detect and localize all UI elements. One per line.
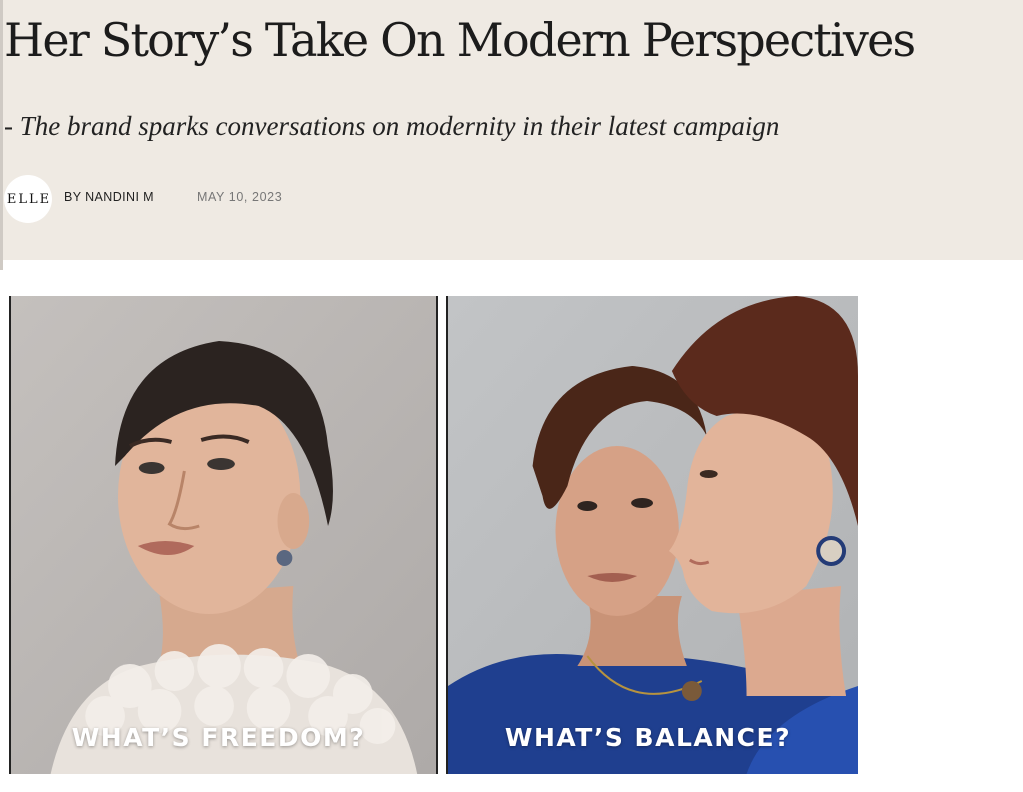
portrait-illustration — [11, 296, 436, 774]
image-caption: WHAT’S BALANCE? — [504, 723, 792, 752]
elle-logo[interactable]: ELLE — [4, 175, 52, 223]
portrait-illustration — [448, 296, 858, 774]
article-title: Her Story’s Take On Modern Perspectives — [4, 13, 916, 67]
publish-date: MAY 10, 2023 — [197, 190, 283, 204]
logo-text: ELLE — [6, 191, 52, 207]
image-caption: WHAT’S FREEDOM? — [71, 723, 366, 752]
author-byline[interactable]: BY NANDINI M — [64, 190, 154, 204]
article-header: Her Story’s Take On Modern Perspectives … — [0, 0, 1023, 260]
article-subtitle: - The brand sparks conversations on mode… — [4, 111, 780, 141]
campaign-image-balance[interactable]: WHAT’S BALANCE? — [446, 296, 858, 774]
left-edge-rule — [0, 0, 3, 270]
campaign-image-freedom[interactable]: WHAT’S FREEDOM? — [9, 296, 438, 774]
